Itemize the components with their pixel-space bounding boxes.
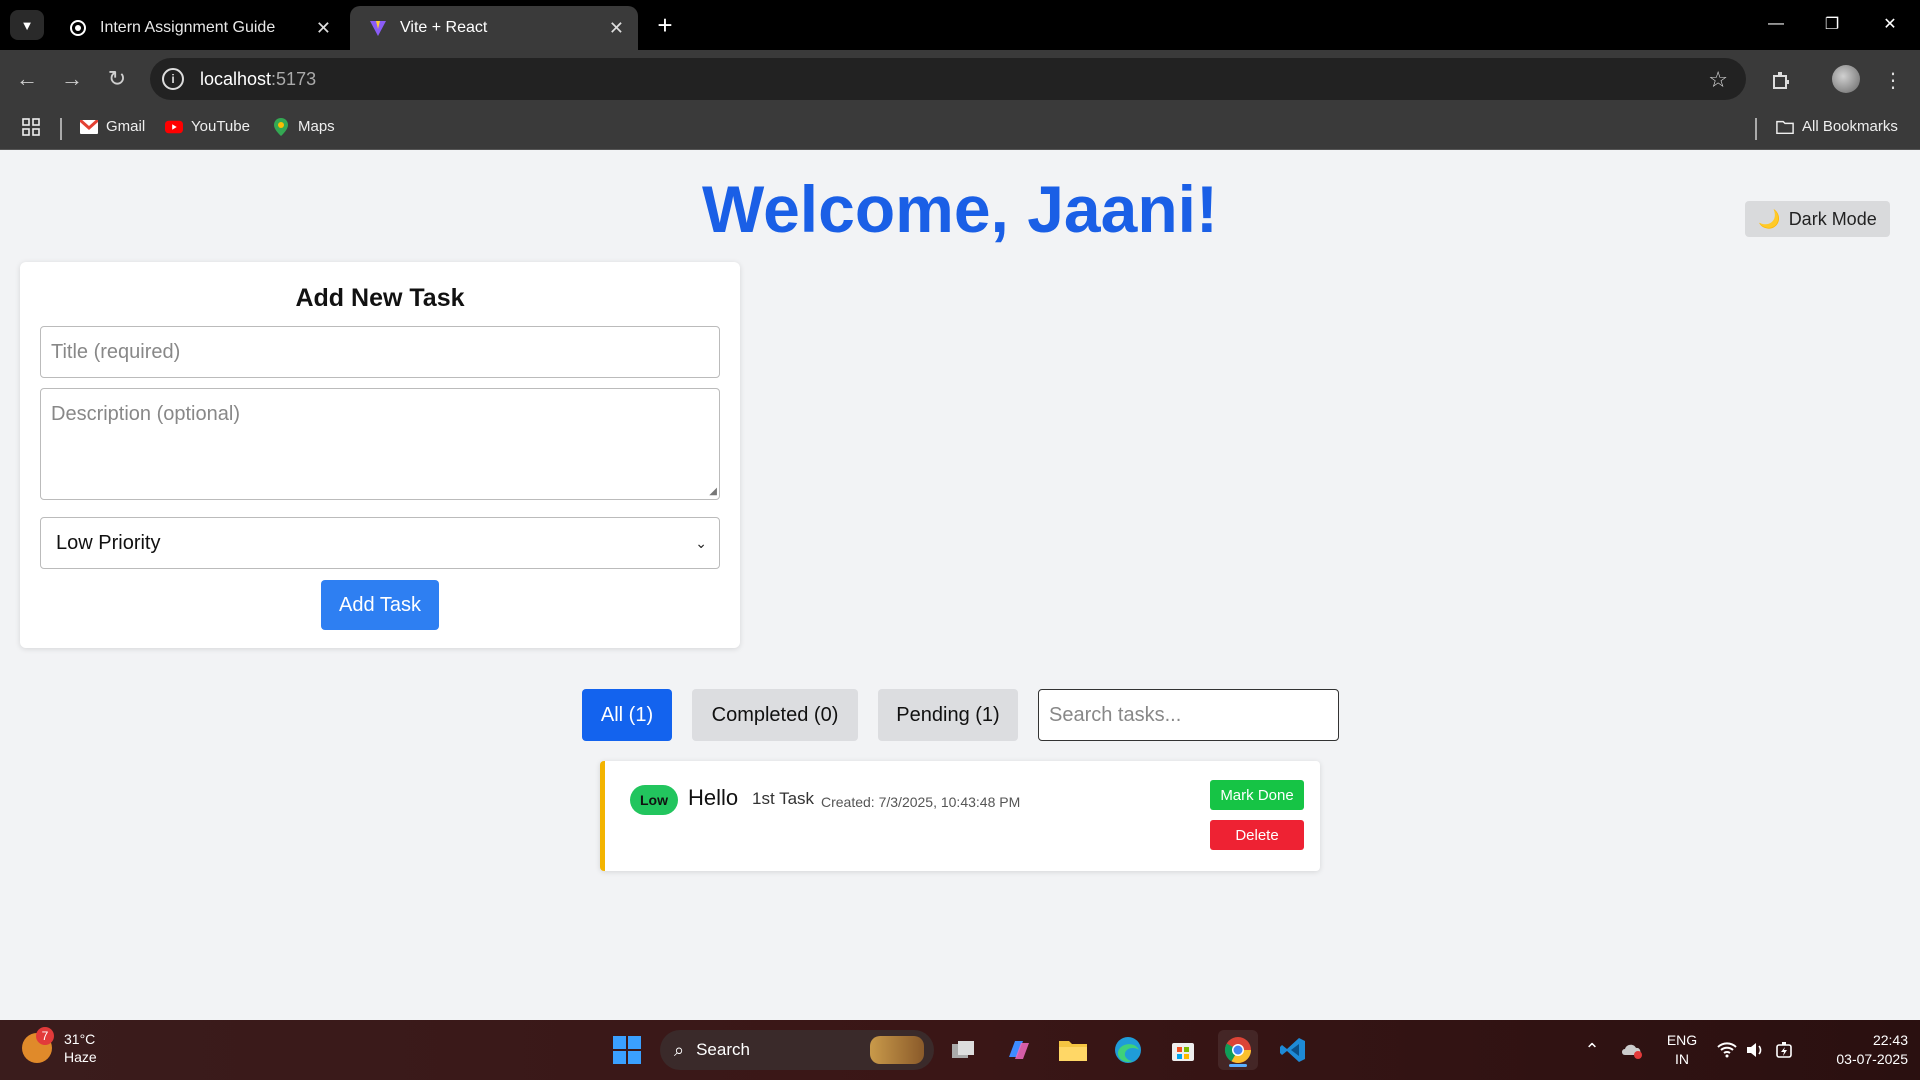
all-bookmarks-button[interactable]: All Bookmarks [1776,118,1898,135]
back-arrow-icon[interactable]: ← [12,64,42,94]
title-placeholder: Title (required) [51,340,181,363]
filter-completed-button[interactable]: Completed (0) [692,689,858,741]
weather-condition: Haze [64,1049,97,1065]
bookmark-gmail[interactable]: Gmail [80,118,145,135]
copilot-icon[interactable] [999,1030,1039,1070]
edge-browser-icon[interactable] [1108,1030,1148,1070]
window-close-icon[interactable]: ✕ [1870,8,1910,40]
bookmark-maps[interactable]: Maps [272,117,335,136]
add-task-button[interactable]: Add Task [321,580,439,630]
search-placeholder: Search tasks... [1049,703,1182,726]
bookmark-label: YouTube [191,118,250,135]
resize-grip-icon[interactable]: ◢ [709,486,717,497]
close-icon[interactable]: ✕ [609,18,624,39]
windows-taskbar: 7 31°C Haze ⌕ Search ⌃ ENG IN 22:43 03-0… [0,1020,1920,1080]
weather-widget[interactable]: 7 31°C Haze [22,1027,97,1066]
dark-mode-toggle-button[interactable]: 🌙 Dark Mode [1745,201,1890,237]
forward-arrow-icon[interactable]: → [57,64,87,94]
folder-icon [1776,119,1794,135]
extensions-icon[interactable] [1765,64,1797,96]
weather-temperature: 31°C [64,1031,96,1047]
task-item: Low Hello 1st Task Created: 7/3/2025, 10… [600,761,1320,871]
task-view-icon[interactable] [944,1030,984,1070]
browser-tab-bar: ▼ Intern Assignment Guide ✕ Vite + React… [0,0,1920,50]
minimize-icon[interactable]: — [1756,8,1796,40]
browser-toolbar: ← → ↻ i localhost:5173 ☆ ⋮ [0,50,1920,108]
tab-title: Intern Assignment Guide [100,19,276,36]
maps-pin-icon [272,117,290,136]
dark-mode-label: Dark Mode [1788,208,1877,229]
tab-vite-react[interactable]: Vite + React ✕ [350,6,638,50]
bookmarks-bar: Gmail YouTube Maps All Bookmarks [0,108,1920,150]
search-highlight-image [870,1036,924,1064]
onedrive-icon[interactable] [1618,1030,1646,1070]
vite-favicon-icon [368,18,388,38]
priority-select[interactable]: Low Priority ⌄ [40,517,720,569]
tab-intern-assignment-guide[interactable]: Intern Assignment Guide ✕ [50,6,345,50]
volume-icon[interactable] [1743,1030,1769,1070]
clock-date: 03-07-2025 [1836,1051,1908,1067]
system-clock[interactable]: 22:43 03-07-2025 [1808,1031,1908,1069]
profile-avatar[interactable] [1832,65,1860,93]
bookmark-label: Gmail [106,118,146,135]
task-description-textarea[interactable]: Description (optional) ◢ [40,388,720,500]
address-bar[interactable]: i localhost:5173 ☆ [150,58,1746,100]
app-page: Welcome, Jaani! 🌙 Dark Mode Add New Task… [0,151,1920,1020]
notification-badge: 7 [36,1027,54,1045]
gmail-icon [80,119,98,135]
delete-button[interactable]: Delete [1210,820,1304,850]
restore-icon[interactable]: ❐ [1812,8,1852,40]
mark-done-button[interactable]: Mark Done [1210,780,1304,810]
battery-icon[interactable] [1772,1030,1798,1070]
wifi-icon[interactable] [1714,1030,1740,1070]
vscode-icon[interactable] [1273,1030,1313,1070]
task-created-timestamp: Created: 7/3/2025, 10:43:48 PM [821,794,1021,810]
filter-all-button[interactable]: All (1) [582,689,672,741]
task-title-input[interactable]: Title (required) [40,326,720,378]
all-bookmarks-label: All Bookmarks [1802,118,1898,135]
page-title: Welcome, Jaani! [702,172,1218,246]
tab-search-menu-button[interactable]: ▼ [10,10,44,40]
chevron-up-icon[interactable]: ⌃ [1580,1030,1604,1070]
add-task-form: Add New Task Title (required) Descriptio… [20,262,740,648]
youtube-icon [165,119,183,135]
apps-grid-icon[interactable] [22,118,40,136]
search-label: Search [696,1040,750,1059]
clock-time: 22:43 [1872,1032,1908,1048]
language-indicator[interactable]: ENG IN [1664,1031,1700,1069]
bookmark-label: Maps [298,118,335,135]
task-title: Hello [688,785,739,810]
chrome-icon[interactable] [1218,1030,1258,1070]
new-tab-button[interactable]: + [650,10,680,40]
active-app-indicator [1229,1064,1247,1067]
site-info-icon[interactable]: i [162,68,184,90]
microsoft-store-icon[interactable] [1163,1030,1203,1070]
priority-selected-value: Low Priority [56,531,161,554]
chevron-down-icon: ▼ [20,17,34,33]
search-tasks-input[interactable]: Search tasks... [1038,689,1339,741]
bookmark-divider [60,118,62,140]
priority-badge: Low [630,785,678,815]
moon-icon: 🌙 [1758,208,1781,229]
start-windows-icon[interactable] [607,1030,647,1070]
bookmark-star-icon[interactable]: ☆ [1708,67,1728,93]
taskbar-search-box[interactable]: ⌕ Search [660,1030,934,1070]
more-vert-icon[interactable]: ⋮ [1877,64,1909,96]
file-explorer-icon[interactable] [1053,1030,1093,1070]
description-placeholder: Description (optional) [51,403,240,425]
tab-title: Vite + React [400,19,488,36]
weather-sun-icon: 7 [22,1027,54,1063]
openai-favicon-icon [68,18,88,38]
url-text[interactable]: localhost:5173 [200,69,316,90]
reload-icon[interactable]: ↻ [102,64,132,94]
bookmark-youtube[interactable]: YouTube [165,118,250,135]
chevron-down-icon: ⌄ [695,534,707,551]
form-title: Add New Task [295,284,465,312]
filter-pending-button[interactable]: Pending (1) [878,689,1018,741]
task-description: 1st Task [752,789,815,808]
close-icon[interactable]: ✕ [316,18,331,39]
search-icon: ⌕ [674,1039,685,1060]
bookmark-divider [1755,118,1757,140]
